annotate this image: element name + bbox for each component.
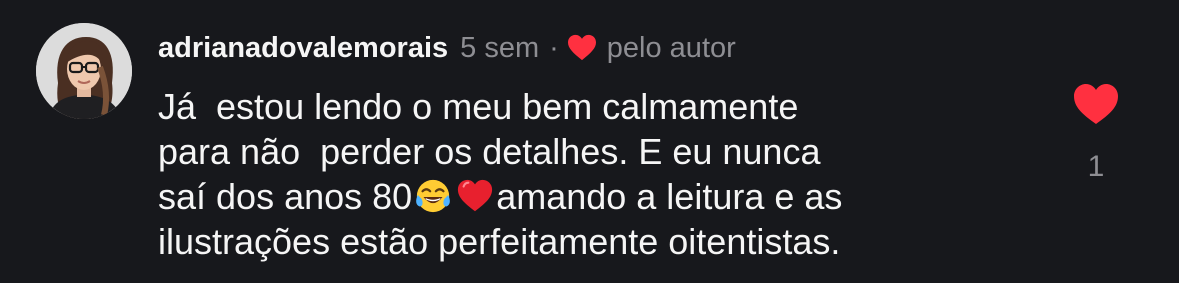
comment-line-with-emoji: saí dos anos 80 amando a leitura e as xyxy=(158,174,1058,219)
profile-photo xyxy=(36,23,132,119)
red-heart-emoji xyxy=(456,177,494,215)
avatar[interactable] xyxy=(36,23,132,119)
username[interactable]: adrianadovalemorais xyxy=(158,32,448,65)
comment-line: para não perder os detalhes. E eu nunca xyxy=(158,131,821,172)
heart-icon xyxy=(567,34,597,62)
like-count[interactable]: 1 xyxy=(1072,150,1120,184)
tears-of-joy-emoji xyxy=(414,177,452,215)
comment-line-part: amando a leitura e as xyxy=(496,176,843,217)
comment-line: ilustrações estão perfeitamente oitentis… xyxy=(158,221,841,262)
heart-icon xyxy=(1074,84,1118,124)
like-button[interactable] xyxy=(1072,82,1120,126)
liked-by-author-label: pelo autor xyxy=(606,31,736,64)
comment-line-part: saí dos anos 80 xyxy=(158,176,413,217)
comment-header: adrianadovalemorais 5 sem · pelo autor xyxy=(158,28,736,68)
comment-line: Já estou lendo o meu bem calmamente xyxy=(158,86,799,127)
comment: adrianadovalemorais 5 sem · pelo autor J… xyxy=(0,0,1179,283)
comment-text: Já estou lendo o meu bem calmamente para… xyxy=(158,84,1058,264)
separator-dot: · xyxy=(549,31,559,64)
timestamp: 5 sem xyxy=(460,31,540,64)
